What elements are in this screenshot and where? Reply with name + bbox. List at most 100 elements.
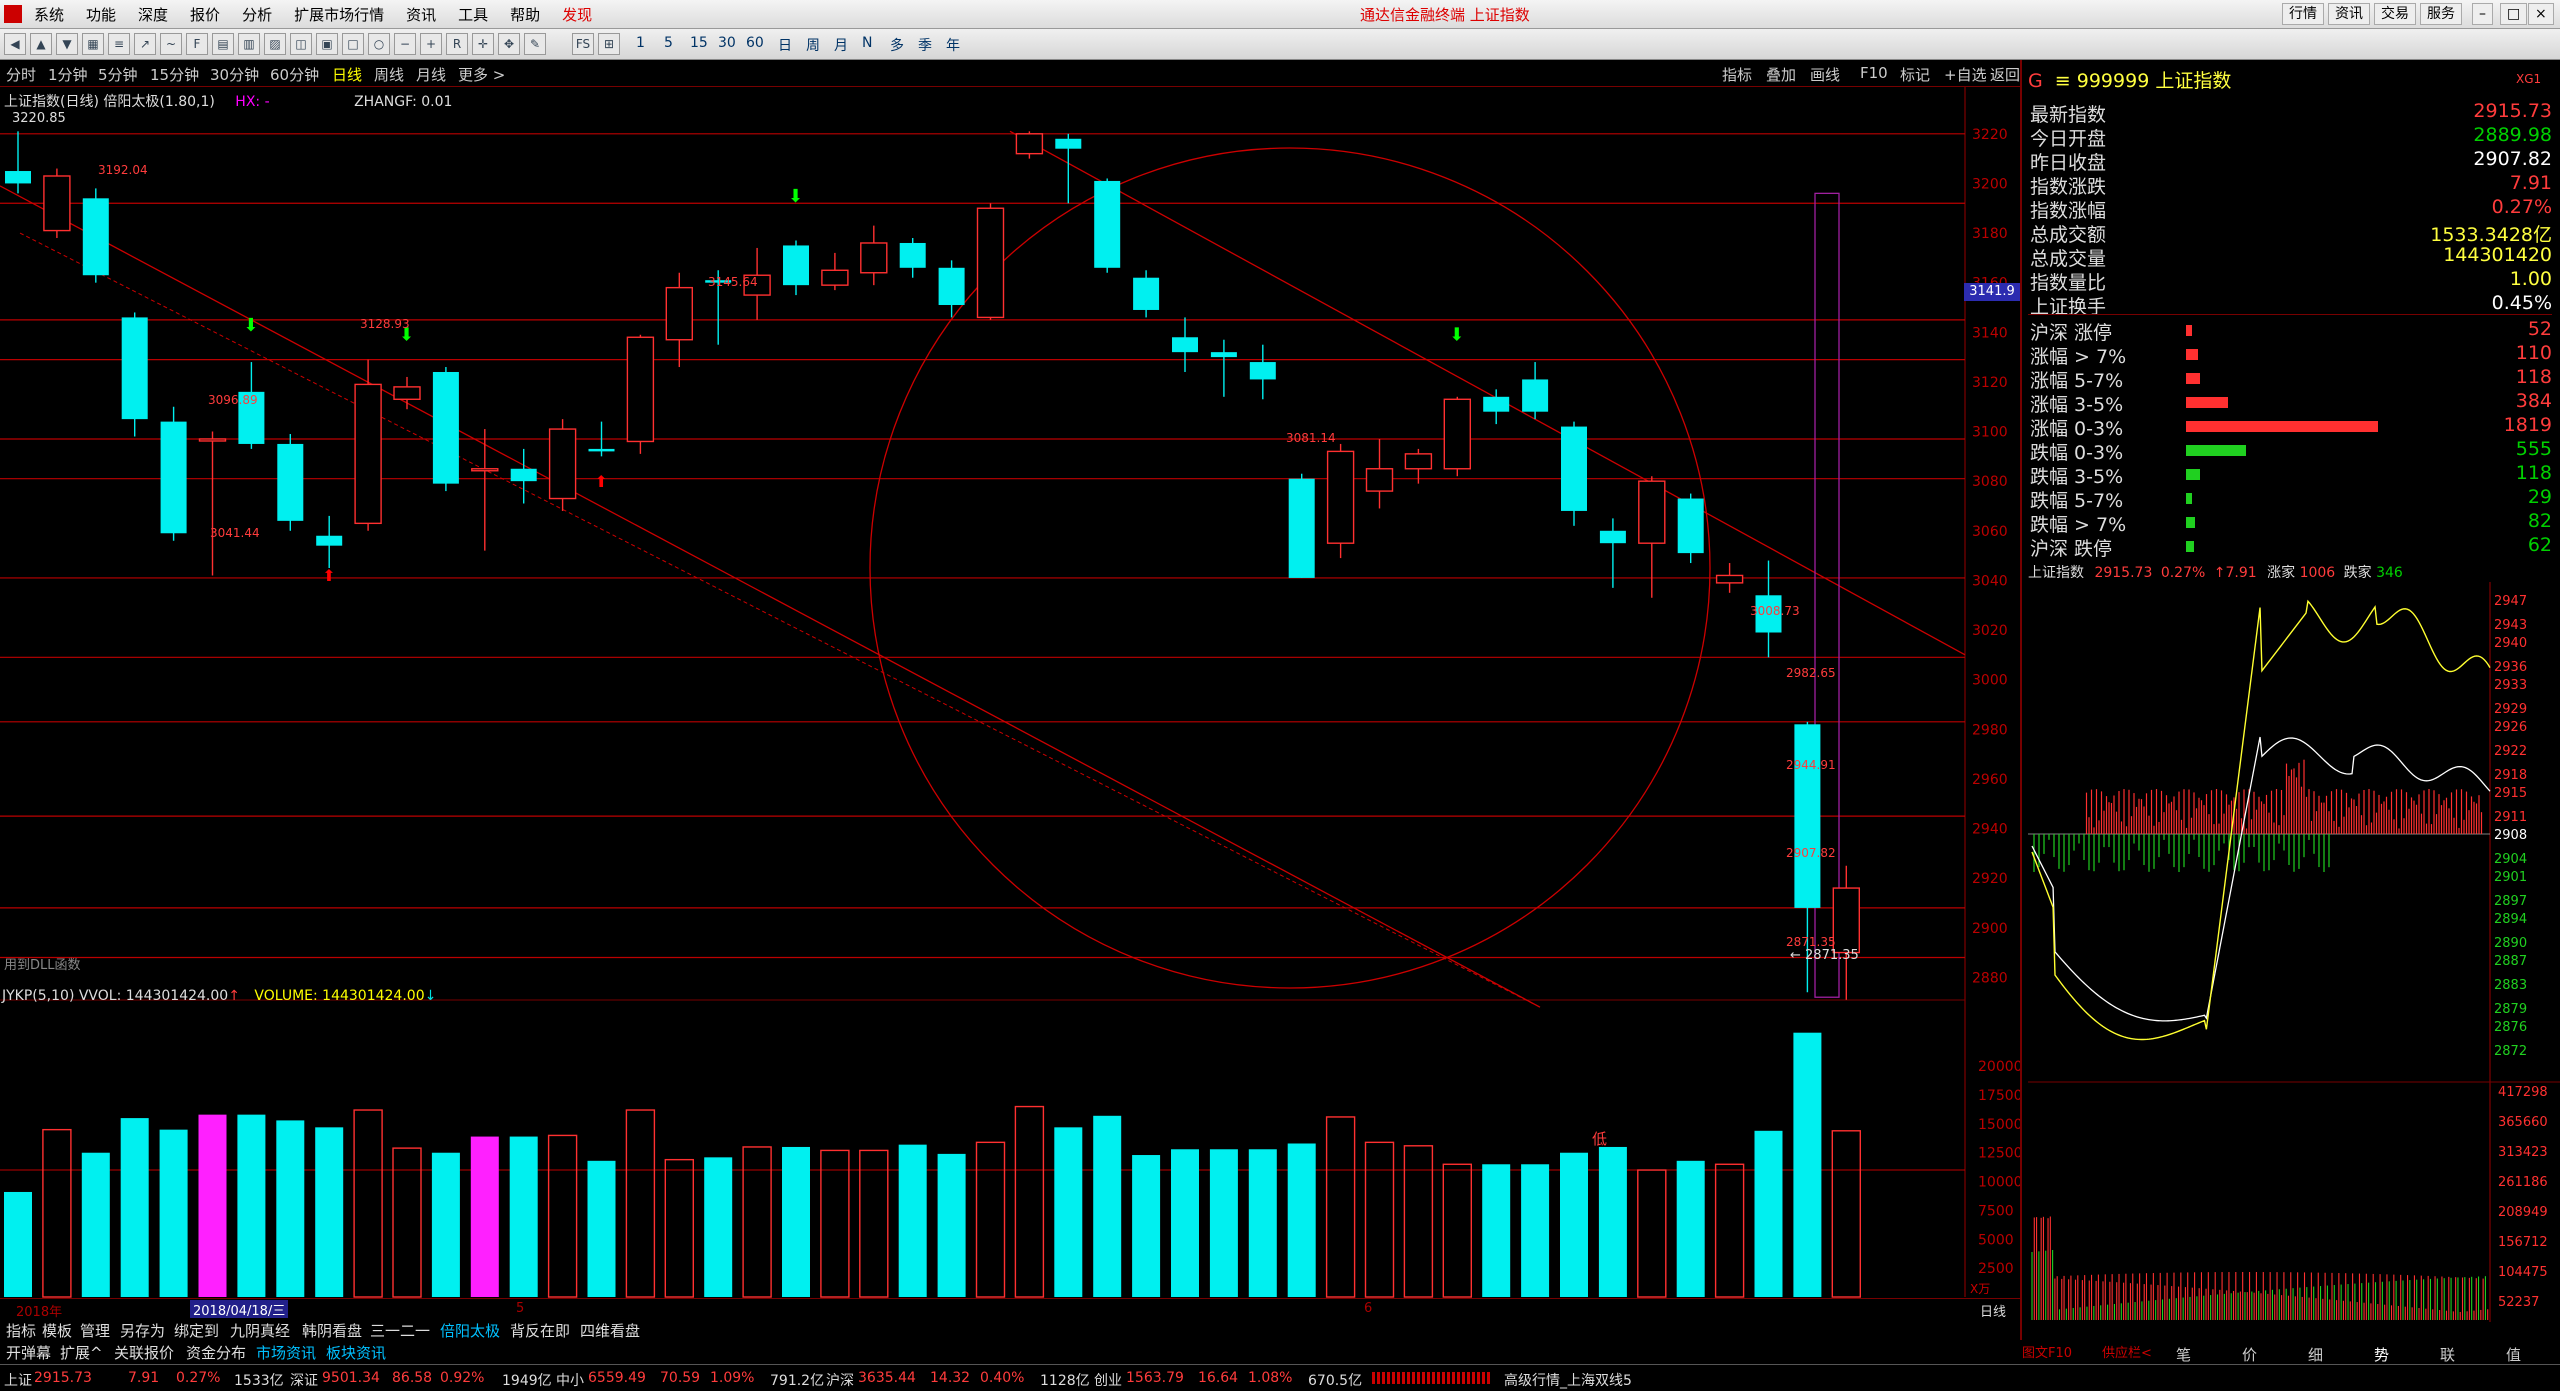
btn-quotes[interactable]: 行情: [2282, 3, 2324, 25]
tool-f10[interactable]: F10: [1860, 64, 1888, 82]
btn-service[interactable]: 服务: [2420, 3, 2462, 25]
tab-bind-to[interactable]: 绑定到: [174, 1320, 219, 1341]
report-icon[interactable]: ▥: [238, 33, 260, 55]
tool-mark[interactable]: 标记: [1900, 64, 1930, 85]
breadth-bar: [2186, 541, 2194, 552]
table-icon[interactable]: ▤: [212, 33, 234, 55]
tab-weekly[interactable]: 周线: [374, 64, 404, 85]
tab-intraday[interactable]: 分时: [6, 64, 36, 85]
title-bar: 系统 功能 深度 报价 分析 扩展市场行情 资讯 工具 帮助 发现 通达信金融终端 上证指数 行情…: [0, 0, 2560, 29]
tab-template[interactable]: 模板: [42, 1320, 72, 1341]
fs-icon[interactable]: FS: [572, 33, 594, 55]
menu-ext-market[interactable]: 扩展市场行情: [294, 6, 384, 24]
sidetab-link[interactable]: 联: [2440, 1344, 2455, 1365]
tab-daily[interactable]: 日线: [332, 64, 362, 85]
sidetab-price[interactable]: 价: [2242, 1344, 2257, 1365]
sidetab-trades[interactable]: 笔: [2176, 1344, 2191, 1365]
tab-15min[interactable]: 15分钟: [150, 64, 199, 85]
trend-icon[interactable]: ~: [160, 33, 182, 55]
maximize-icon[interactable]: □: [2500, 3, 2528, 25]
move-icon[interactable]: ✥: [498, 33, 520, 55]
chart-icon[interactable]: ▨: [264, 33, 286, 55]
tab-save-as[interactable]: 另存为: [120, 1320, 165, 1341]
period-n[interactable]: N: [862, 35, 872, 51]
period-1[interactable]: 1: [636, 35, 645, 51]
plus-icon[interactable]: +: [420, 33, 442, 55]
close-icon[interactable]: ×: [2528, 3, 2554, 25]
period-month[interactable]: 月: [834, 35, 848, 55]
list-icon[interactable]: ≡: [108, 33, 130, 55]
f10-icon[interactable]: F: [186, 33, 208, 55]
menu-discover[interactable]: 发现: [562, 6, 592, 24]
tab-market-news[interactable]: 市场资讯: [256, 1342, 316, 1363]
rsi-icon[interactable]: R: [446, 33, 468, 55]
tab-1min[interactable]: 1分钟: [48, 64, 88, 85]
kline-chart[interactable]: 3220320031803160314031203100308030603040…: [0, 87, 2030, 1319]
pencil-icon[interactable]: ✎: [524, 33, 546, 55]
menu-help[interactable]: 帮助: [510, 6, 540, 24]
quote-row: 总成交量 144301420: [2028, 244, 2552, 270]
back-icon[interactable]: ◀: [4, 33, 26, 55]
tab-manage[interactable]: 管理: [80, 1320, 110, 1341]
period-multi[interactable]: 多: [890, 35, 904, 55]
tool-add-favorite[interactable]: +自选: [1944, 64, 1987, 85]
btn-trade[interactable]: 交易: [2374, 3, 2416, 25]
tab-danmu[interactable]: 开弹幕: [6, 1342, 51, 1363]
crosshair-icon[interactable]: ✛: [472, 33, 494, 55]
tab-related-quote[interactable]: 关联报价: [114, 1342, 174, 1363]
period-year[interactable]: 年: [946, 35, 960, 55]
tab-hanyin[interactable]: 韩阴看盘: [302, 1320, 362, 1341]
tab-expand[interactable]: 扩展^: [60, 1342, 103, 1363]
stack-icon[interactable]: ▣: [316, 33, 338, 55]
tool-back[interactable]: 返回: [1990, 64, 2020, 85]
tab-beiyang[interactable]: 倍阳太极: [440, 1320, 500, 1341]
period-5[interactable]: 5: [664, 35, 673, 51]
tool-indicator[interactable]: 指标: [1722, 64, 1752, 85]
period-30[interactable]: 30: [718, 35, 736, 51]
tab-beifan[interactable]: 背反在即: [510, 1320, 570, 1341]
minimize-icon[interactable]: –: [2472, 3, 2493, 25]
up-icon[interactable]: ▲: [30, 33, 52, 55]
circle-icon[interactable]: ○: [368, 33, 390, 55]
tab-5min[interactable]: 5分钟: [98, 64, 138, 85]
sidetab-value[interactable]: 值: [2506, 1344, 2521, 1365]
kline-icon[interactable]: ↗: [134, 33, 156, 55]
btn-news[interactable]: 资讯: [2328, 3, 2370, 25]
grid-icon[interactable]: ▦: [82, 33, 104, 55]
calc-icon[interactable]: ⊞: [598, 33, 620, 55]
minus-icon[interactable]: −: [394, 33, 416, 55]
y-tick-label: 3100: [1972, 425, 2008, 441]
volume-bar: [1793, 1032, 1822, 1297]
menu-news[interactable]: 资讯: [406, 6, 436, 24]
tool-overlay[interactable]: 叠加: [1766, 64, 1796, 85]
tab-fund-distribution[interactable]: 资金分布: [186, 1342, 246, 1363]
side-f10[interactable]: 图文F10: [2022, 1342, 2072, 1361]
tab-indicator[interactable]: 指标: [6, 1320, 36, 1341]
tab-60min[interactable]: 60分钟: [270, 64, 319, 85]
period-day[interactable]: 日: [778, 35, 792, 55]
tab-sanyi[interactable]: 三一二一: [370, 1320, 430, 1341]
tab-siwei[interactable]: 四维看盘: [580, 1320, 640, 1341]
sidetab-detail[interactable]: 细: [2308, 1344, 2323, 1365]
tool-draw[interactable]: 画线: [1810, 64, 1840, 85]
tab-jiuyin[interactable]: 九阴真经: [230, 1320, 290, 1341]
period-quarter[interactable]: 季: [918, 35, 932, 55]
tab-30min[interactable]: 30分钟: [210, 64, 259, 85]
box-icon[interactable]: □: [342, 33, 364, 55]
menu-tools[interactable]: 工具: [458, 6, 488, 24]
down-icon[interactable]: ▼: [56, 33, 78, 55]
menu-system[interactable]: 系统: [34, 6, 64, 24]
menu-function[interactable]: 功能: [86, 6, 116, 24]
tab-sector-news[interactable]: 板块资讯: [326, 1342, 386, 1363]
side-supply[interactable]: 供应栏<: [2102, 1342, 2152, 1361]
intraday-chart[interactable]: 2947 2943 2940 2936 2933 2929 2926 2922 2918 2915…: [2028, 582, 2560, 1322]
menu-analysis[interactable]: 分析: [242, 6, 272, 24]
tab-monthly[interactable]: 月线: [416, 64, 446, 85]
tab-more[interactable]: 更多 >: [458, 64, 505, 85]
period-15[interactable]: 15: [690, 35, 708, 51]
period-60[interactable]: 60: [746, 35, 764, 51]
menu-quote[interactable]: 报价: [190, 6, 220, 24]
period-week[interactable]: 周: [806, 35, 820, 55]
menu-depth[interactable]: 深度: [138, 6, 168, 24]
split-icon[interactable]: ◫: [290, 33, 312, 55]
